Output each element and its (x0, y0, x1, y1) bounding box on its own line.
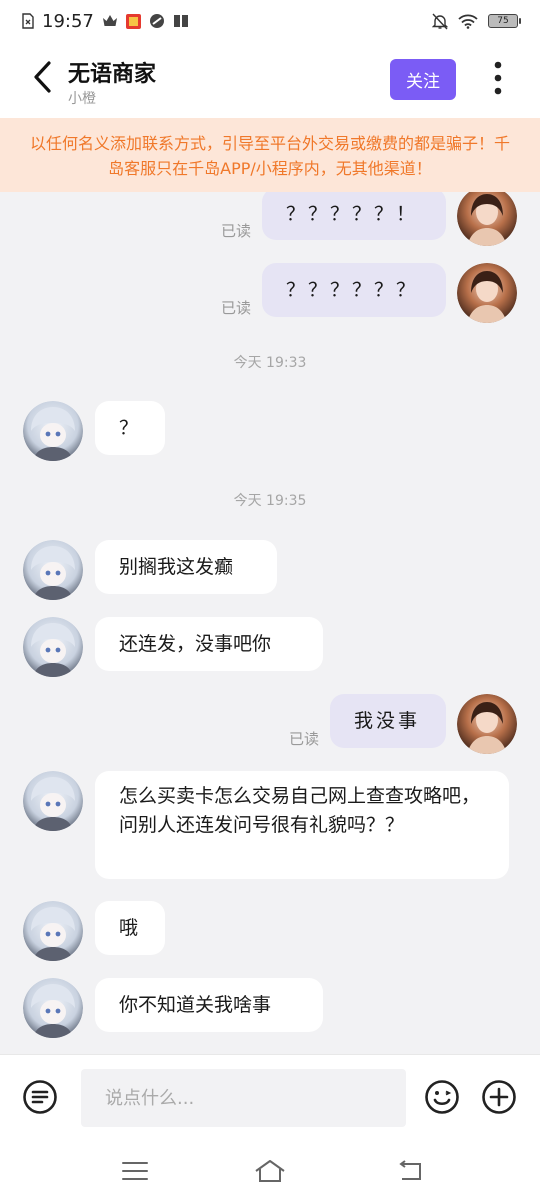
message-bubble-mine[interactable]: 我没事 (330, 694, 446, 748)
status-time: 19:57 (42, 10, 94, 32)
link-icon (149, 13, 165, 29)
merchant-avatar[interactable] (23, 617, 83, 677)
plus-circle-icon (481, 1079, 517, 1119)
page-title: 无语商家 (68, 62, 157, 87)
message-bubble-other[interactable]: 别搁我这发癫 (95, 540, 277, 594)
message-bubble-mine[interactable]: ？？？？？！ (262, 192, 446, 240)
merchant-avatar[interactable] (23, 540, 83, 600)
more-button[interactable] (484, 60, 512, 100)
battery-level: 75 (497, 16, 509, 26)
more-vertical-icon (494, 61, 502, 99)
app-icon (125, 13, 141, 29)
merchant-avatar[interactable] (23, 901, 83, 961)
message-list[interactable]: 已读 ？？？？？！ 已读 ？？？？？？ 今天 19:33 ？ 今天 19:35 … (0, 192, 540, 1054)
quick-menu-button[interactable] (21, 1080, 59, 1118)
emoji-button[interactable] (423, 1080, 461, 1118)
menu-lines-icon (22, 1079, 58, 1119)
message-bubble-other[interactable]: ？ (95, 401, 165, 455)
wifi-icon (458, 14, 478, 29)
page-subtitle: 小橙 (68, 91, 96, 107)
mute-bell-icon (432, 13, 448, 30)
timestamp: 今天 19:33 (233, 355, 307, 371)
battery-icon: 75 (488, 14, 521, 28)
my-avatar[interactable] (457, 263, 517, 323)
message-bubble-other[interactable]: 还连发，没事吧你 (95, 617, 323, 671)
back-button[interactable] (26, 61, 60, 97)
message-bubble-mine[interactable]: ？？？？？？ (262, 263, 446, 317)
chat-header: 无语商家 小橙 关注 (0, 42, 540, 118)
message-bubble-other[interactable]: 怎么买卖卡怎么交易自己网上查查攻略吧，问别人还连发问号很有礼貌吗？？ (95, 771, 509, 879)
merchant-avatar[interactable] (23, 401, 83, 461)
emoji-icon (424, 1079, 460, 1119)
message-input[interactable] (81, 1069, 406, 1127)
merchant-avatar[interactable] (23, 978, 83, 1038)
read-status: 已读 (289, 730, 320, 748)
my-avatar[interactable] (457, 694, 517, 754)
follow-button[interactable]: 关注 (390, 59, 456, 100)
status-bar: 19:57 75 (0, 0, 540, 42)
merchant-avatar[interactable] (23, 771, 83, 831)
menu-icon (121, 1161, 149, 1185)
home-button[interactable] (253, 1158, 287, 1188)
home-icon (253, 1159, 287, 1187)
message-bubble-other[interactable]: 哦 (95, 901, 165, 955)
read-status: 已读 (221, 299, 252, 317)
sim-icon (22, 13, 34, 29)
read-status: 已读 (221, 222, 252, 240)
book-icon (173, 14, 189, 28)
scam-warning-notice: 以任何名义添加联系方式，引导至平台外交易或缴费的都是骗子！千岛客服只在千岛APP… (0, 118, 540, 192)
back-nav-icon (396, 1160, 426, 1186)
my-avatar[interactable] (457, 192, 517, 246)
system-nav-bar (0, 1144, 540, 1204)
recent-apps-button[interactable] (118, 1158, 152, 1188)
crown-icon (102, 14, 118, 28)
add-button[interactable] (480, 1080, 518, 1118)
back-nav-button[interactable] (394, 1158, 428, 1188)
timestamp: 今天 19:35 (233, 493, 307, 509)
chevron-left-icon (33, 61, 53, 97)
message-bubble-other[interactable]: 你不知道关我啥事 (95, 978, 323, 1032)
input-bar (0, 1054, 540, 1144)
